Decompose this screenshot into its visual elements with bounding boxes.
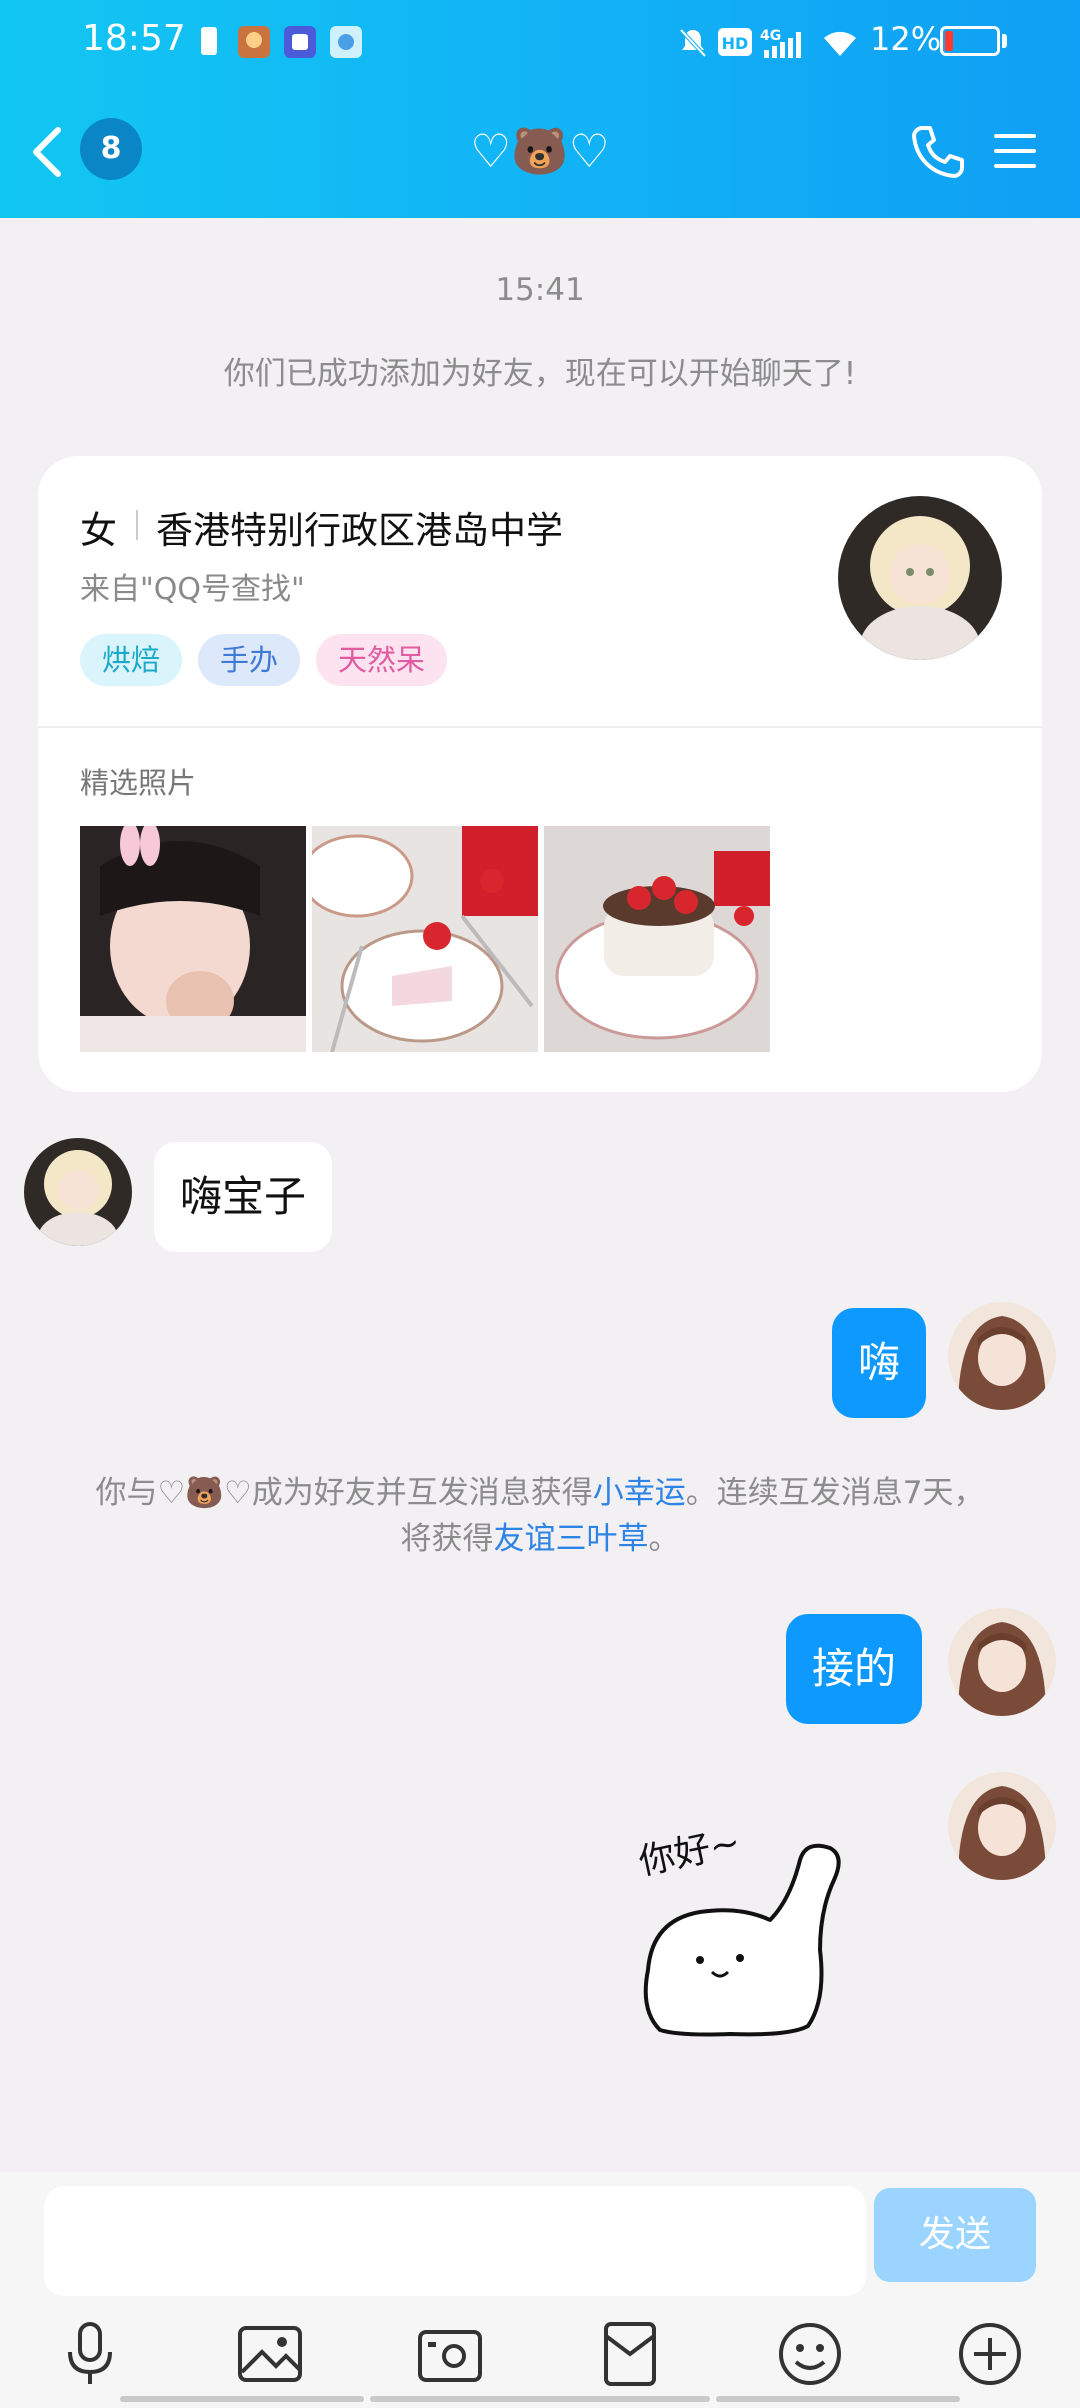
image-icon	[238, 2326, 302, 2382]
hd-icon: HD	[718, 28, 752, 62]
system-text: 。连续互发消息7天，	[685, 1475, 985, 1511]
camera-button[interactable]	[414, 2318, 486, 2390]
qq-icon	[330, 26, 362, 60]
friend-avatar[interactable]	[24, 1138, 132, 1246]
message-timestamp: 15:41	[495, 272, 585, 308]
profile-card[interactable]: 女 香港特别行政区港岛中学 来自"QQ号查找" 烘焙 手办 天然呆 精选照片	[38, 456, 1042, 1092]
system-message-added: 你们已成功添加为好友，现在可以开始聊天了!	[223, 356, 857, 392]
gesture-bar	[716, 2396, 960, 2402]
battery-icon	[940, 26, 1000, 56]
profile-source: 来自"QQ号查找"	[80, 572, 305, 607]
gesture-bar	[370, 2396, 710, 2402]
my-avatar[interactable]	[948, 1772, 1056, 1880]
cell-signal-icon: 4G	[760, 26, 808, 60]
profile-tag: 手办	[198, 634, 301, 686]
voice-button[interactable]	[54, 2318, 126, 2390]
send-button[interactable]: 发送	[874, 2188, 1036, 2282]
menu-icon	[994, 134, 1036, 168]
sticker-text: 你好~	[635, 1822, 743, 1883]
menu-button[interactable]	[990, 126, 1040, 176]
message-bubble[interactable]: 嗨	[832, 1308, 927, 1418]
image-button[interactable]	[234, 2318, 306, 2390]
phone-icon	[912, 126, 964, 178]
plus-icon	[959, 2323, 1021, 2385]
app-icon	[284, 26, 316, 60]
sim-icon	[200, 26, 218, 60]
system-text: 将获得	[400, 1521, 494, 1557]
photo-thumbnail[interactable]	[312, 826, 538, 1052]
sticker-message[interactable]: 你好~	[630, 1800, 850, 2040]
emoji-button[interactable]	[774, 2318, 846, 2390]
red-packet-button[interactable]	[594, 2318, 666, 2390]
my-avatar[interactable]	[948, 1302, 1056, 1410]
game-app-icon	[238, 26, 270, 60]
photo-thumbnail[interactable]	[544, 826, 770, 1052]
profile-gender: 女	[80, 509, 117, 552]
battery-percent: 12%	[870, 20, 942, 58]
more-button[interactable]	[954, 2318, 1026, 2390]
gesture-bar	[120, 2396, 364, 2402]
battery-tip	[1002, 34, 1007, 48]
divider	[136, 510, 138, 540]
clover-link[interactable]: 友谊三叶草	[494, 1521, 649, 1557]
system-text: 你与♡🐻♡成为好友并互发消息获得	[95, 1475, 593, 1511]
status-bar: 18:57 HD 4G 12%	[0, 0, 1080, 86]
message-input[interactable]	[44, 2186, 866, 2296]
profile-card-info: 女 香港特别行政区港岛中学 来自"QQ号查找" 烘焙 手办 天然呆	[38, 456, 1042, 728]
my-avatar[interactable]	[948, 1608, 1056, 1716]
call-button[interactable]	[908, 122, 968, 182]
lucky-link[interactable]: 小幸运	[593, 1475, 686, 1511]
profile-school: 香港特别行政区港岛中学	[156, 509, 563, 552]
camera-icon	[418, 2330, 482, 2382]
photos-label: 精选照片	[80, 766, 197, 800]
wifi-icon	[820, 26, 860, 60]
mic-icon	[68, 2322, 112, 2384]
profile-avatar[interactable]	[838, 496, 1002, 660]
status-time: 18:57	[82, 18, 186, 59]
profile-tag: 天然呆	[316, 634, 448, 686]
mute-icon	[676, 26, 710, 60]
system-message-luck: 你与♡🐻♡成为好友并互发消息获得小幸运。连续互发消息7天， 将获得友谊三叶草。	[0, 1470, 1080, 1562]
chat-header: 18:57 HD 4G 12% 8 ♡🐻♡	[0, 0, 1080, 218]
profile-tags: 烘焙 手办 天然呆	[80, 634, 448, 686]
network-type-label: 4G	[760, 28, 781, 44]
system-text: 。	[648, 1521, 680, 1557]
photo-gallery	[80, 826, 770, 1052]
emoji-icon	[779, 2323, 841, 2385]
photo-thumbnail[interactable]	[80, 826, 306, 1052]
hd-label: HD	[722, 34, 749, 53]
profile-tag: 烘焙	[80, 634, 183, 686]
input-toolbar	[0, 2318, 1080, 2398]
input-area: 发送	[0, 2172, 1080, 2408]
red-packet-icon	[604, 2322, 656, 2386]
message-bubble[interactable]: 接的	[786, 1614, 923, 1724]
message-bubble[interactable]: 嗨宝子	[154, 1142, 333, 1252]
